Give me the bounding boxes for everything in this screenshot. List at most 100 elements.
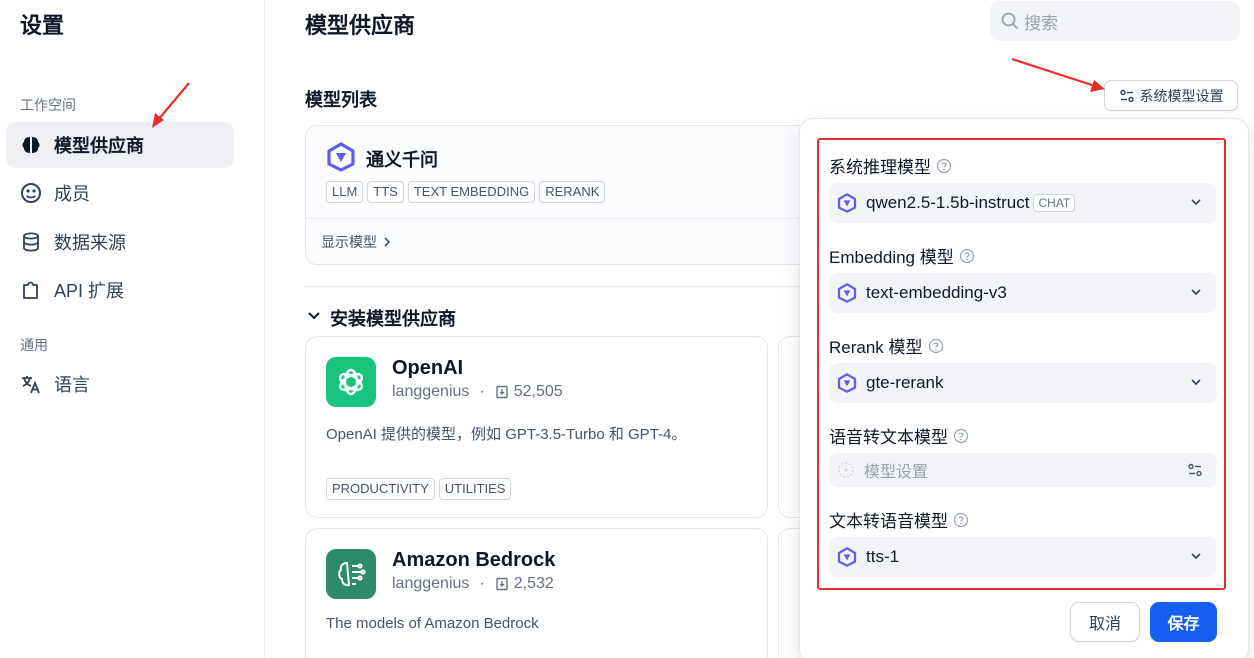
field-label-speech-to-text: 语音转文本模型 [829,423,969,448]
help-icon[interactable] [953,512,969,528]
sidebar-item-model-provider[interactable]: 模型供应商 [6,122,234,168]
market-card-tags: PRODUCTIVITY UTILITIES [326,478,512,500]
general-section-label: 通用 [20,337,48,353]
sidebar-item-label: 数据来源 [54,233,126,253]
help-icon[interactable] [953,428,969,444]
model-type-badge: CHAT [1033,194,1076,212]
model-list-title: 模型列表 [305,90,377,110]
market-card-openai[interactable]: OpenAI langgenius · 52,505 OpenAI 提供的模型，… [305,336,768,518]
sidebar-item-label: 成员 [54,184,90,204]
embedding-model-select[interactable]: text-embedding-v3 [829,273,1217,313]
provider-tag: TTS [367,181,404,203]
chevron-down-icon [1189,285,1203,299]
field-label-text-to-speech: 文本转语音模型 [829,507,969,532]
market-card-meta: langgenius · 2,532 [392,575,554,592]
search-input[interactable]: 搜索 [990,1,1240,41]
database-icon [20,231,42,253]
provider-tags: LLM TTS TEXT EMBEDDING RERANK [326,181,606,203]
qwen-logo-icon [326,142,356,177]
provider-tag: LLM [326,181,364,203]
market-card-downloads: 2,532 [513,575,554,592]
placeholder-model-icon [837,461,855,479]
market-card-amazon-bedrock[interactable]: Amazon Bedrock langgenius · 2,532 The mo… [305,528,768,658]
download-icon [495,385,509,399]
qwen-logo-icon [837,547,857,567]
brain-icon [20,134,42,156]
arrow-to-system-settings [1011,57,1105,92]
translate-icon [20,373,42,395]
market-card-author: langgenius [392,575,470,592]
system-model-settings-label: 系统模型设置 [1139,87,1224,104]
field-label-text: 语音转文本模型 [829,428,948,447]
qwen-logo-icon [837,193,857,213]
puzzle-icon [20,279,42,301]
market-card-name: Amazon Bedrock [392,549,556,571]
install-providers-title[interactable]: 安装模型供应商 [330,305,456,331]
chevron-right-icon [381,235,393,251]
select-placeholder: 模型设置 [864,464,929,481]
field-label-text: 文本转语音模型 [829,512,948,531]
chevron-down-icon [1189,195,1203,209]
help-icon[interactable] [928,338,944,354]
selected-model: text-embedding-v3 [866,283,1007,302]
sidebar-title: 设置 [20,13,65,38]
chevron-down-icon[interactable] [306,307,322,328]
sidebar-item-api-extension[interactable]: API 扩展 [6,267,234,313]
sliders-icon [1187,462,1203,478]
show-models-link[interactable]: 显示模型 [321,232,393,252]
field-label-embedding: Embedding 模型 [829,243,975,268]
system-model-settings-button[interactable]: 系统模型设置 [1104,80,1238,111]
speech-to-text-model-select[interactable]: 模型设置 [829,453,1217,487]
market-card-downloads: 52,505 [513,383,563,400]
selected-model: gte-rerank [866,373,944,392]
sidebar-item-label: 语言 [54,375,90,395]
selected-model: tts-1 [866,547,900,566]
market-tag: PRODUCTIVITY [326,478,435,500]
field-label-text: Embedding 模型 [829,248,954,267]
text-to-speech-model-select[interactable]: tts-1 [829,537,1217,577]
chevron-down-icon [1189,375,1203,389]
download-icon [495,577,509,591]
qwen-logo-icon [837,373,857,393]
market-card-meta: langgenius · 52,505 [392,383,563,400]
provider-tag: RERANK [539,181,606,203]
field-label-text: Rerank 模型 [829,338,923,357]
field-label-rerank: Rerank 模型 [829,333,944,358]
market-tag: UTILITIES [438,478,512,500]
sidebar-item-label: API 扩展 [54,281,125,301]
sidebar: 设置 工作空间 模型供应商 成员 数据来源 API 扩展 通用 语言 [0,0,265,658]
rerank-model-select[interactable]: gte-rerank [829,363,1217,403]
card-divider [306,218,824,219]
chevron-down-icon [1189,549,1203,563]
section-divider [305,286,825,287]
system-reasoning-model-select[interactable]: qwen2.5-1.5b-instruct CHAT [829,183,1217,223]
market-card-description: The models of Amazon Bedrock [326,615,539,632]
search-placeholder: 搜索 [1024,13,1058,33]
selected-model: qwen2.5-1.5b-instruct [866,193,1030,212]
cancel-button[interactable]: 取消 [1070,602,1140,642]
market-card-name: OpenAI [392,357,464,379]
provider-tag: TEXT EMBEDDING [407,181,536,203]
help-icon[interactable] [959,248,975,264]
market-card-author: langgenius [392,383,470,400]
sliders-icon [1119,88,1135,104]
field-label-system-reasoning: 系统推理模型 [829,153,952,178]
workspace-section-label: 工作空间 [20,97,76,113]
provider-name: 通义千问 [366,150,438,170]
sidebar-item-language[interactable]: 语言 [6,361,234,407]
team-icon [20,182,42,204]
sidebar-item-label: 模型供应商 [54,136,144,156]
openai-logo-icon [326,357,376,407]
sidebar-item-data-source[interactable]: 数据来源 [6,219,234,265]
provider-card-qwen: 通义千问 LLM TTS TEXT EMBEDDING RERANK 显示模型 [305,125,825,265]
field-label-text: 系统推理模型 [829,158,931,177]
market-card-description: OpenAI 提供的模型，例如 GPT-3.5-Turbo 和 GPT-4。 [326,426,687,443]
save-button[interactable]: 保存 [1150,602,1217,642]
bedrock-logo-icon [326,549,376,599]
search-icon [1000,11,1020,31]
show-models-label: 显示模型 [321,234,377,250]
sidebar-item-members[interactable]: 成员 [6,170,234,216]
help-icon[interactable] [936,158,952,174]
page-title: 模型供应商 [305,13,416,38]
qwen-logo-icon [837,283,857,303]
